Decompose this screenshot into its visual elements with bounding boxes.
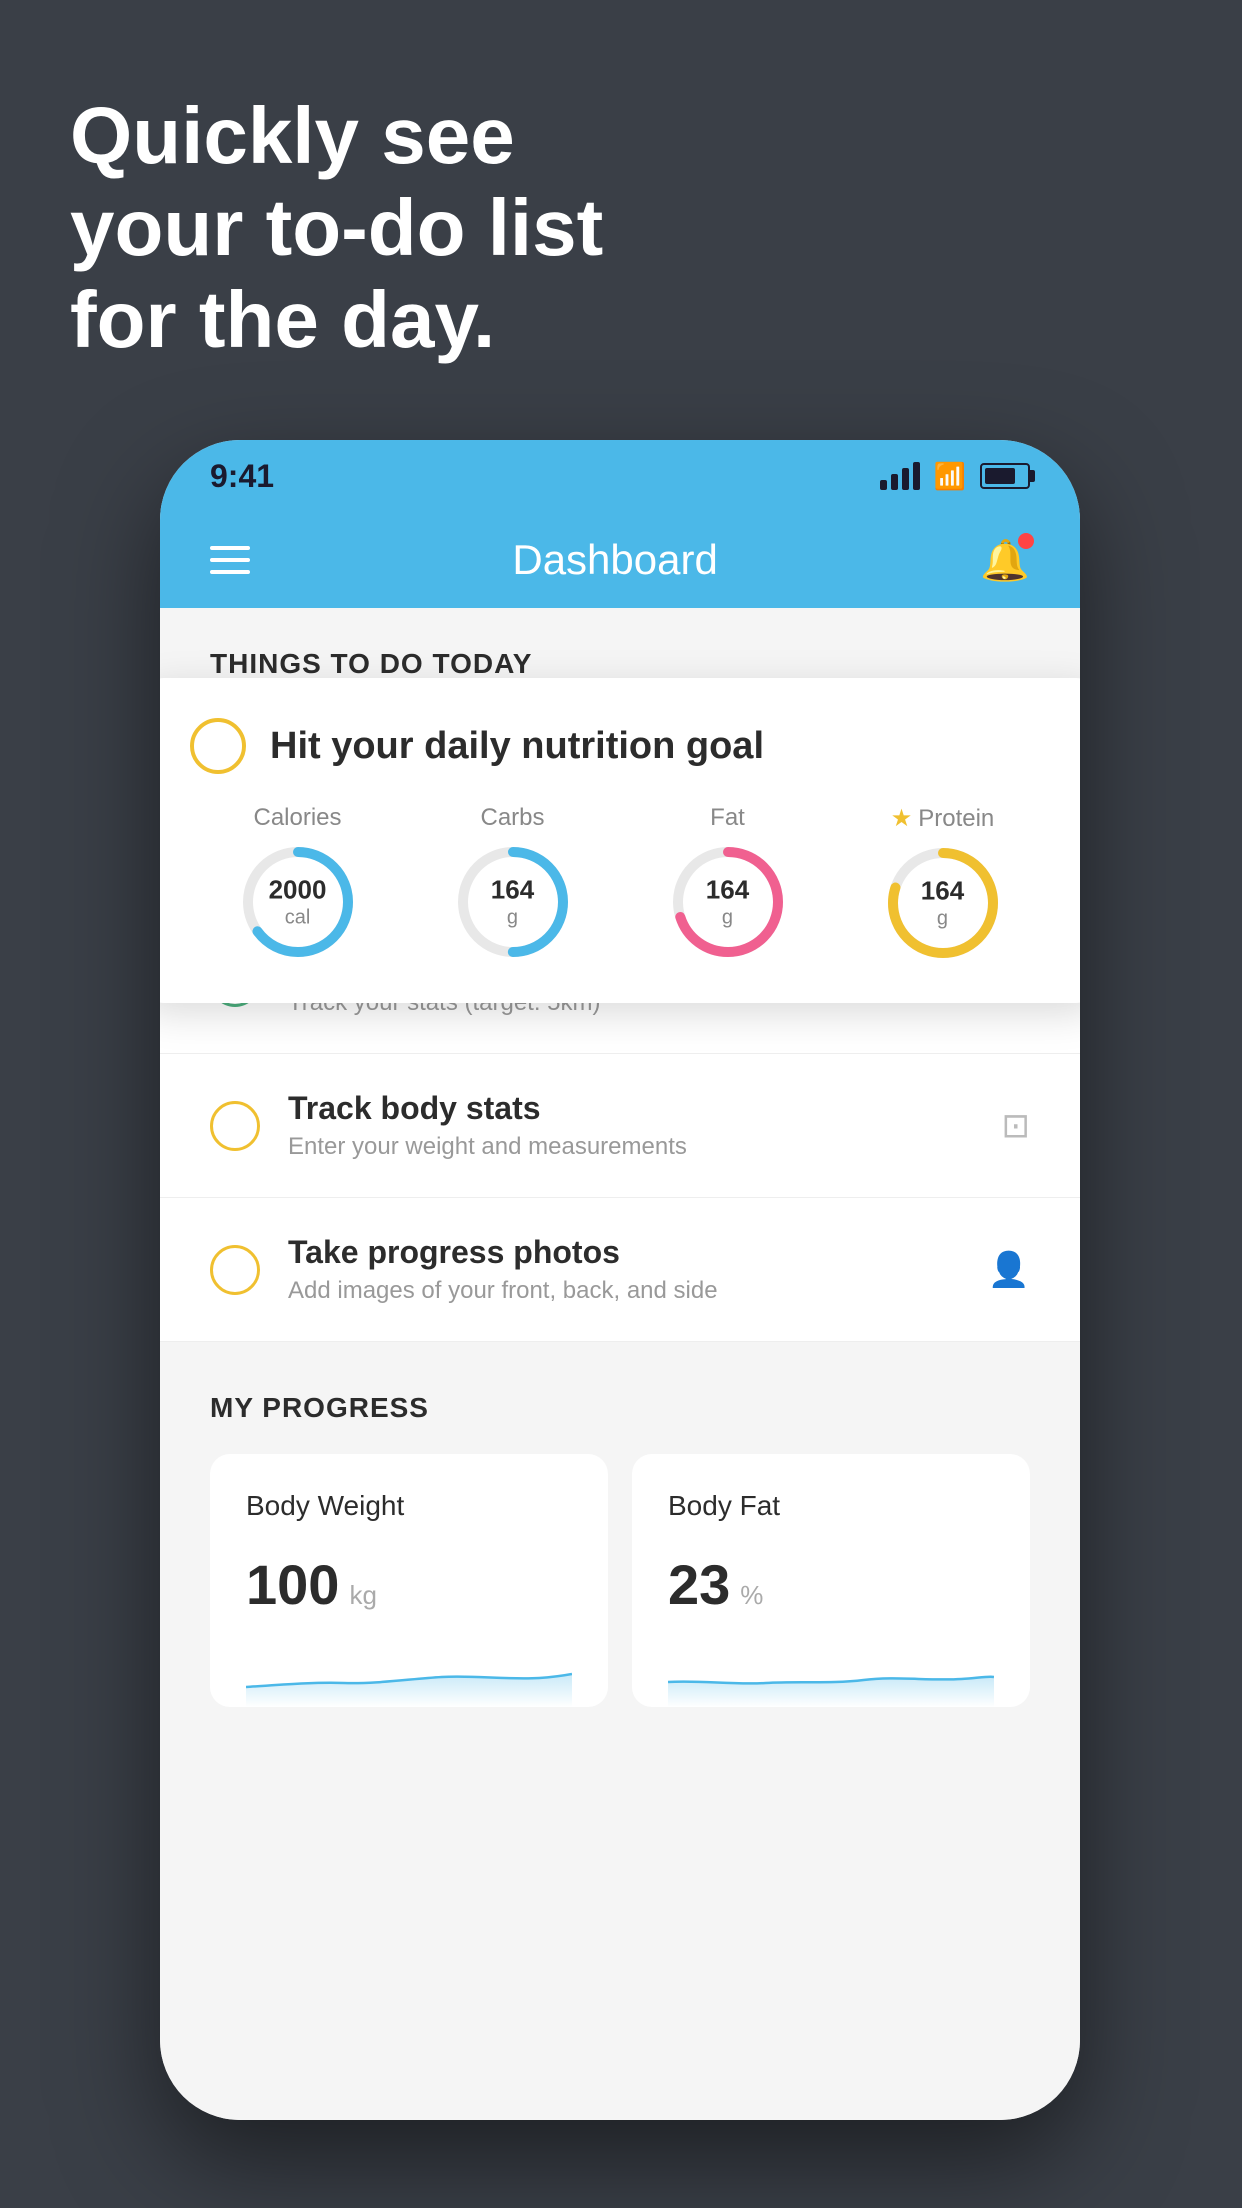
protein-donut: 164 g [883, 843, 1003, 963]
body-fat-unit: % [740, 1580, 763, 1611]
protein-label: ★ Protein [891, 804, 995, 833]
protein-value: 164 [921, 875, 964, 906]
status-icons: 📶 [880, 461, 1030, 492]
carbs-label: Carbs [480, 804, 544, 832]
nutrition-card-header: Hit your daily nutrition goal [190, 718, 1050, 774]
fat-unit: g [706, 906, 749, 930]
photos-name: Take progress photos [288, 1234, 960, 1271]
phone-frame: 9:41 📶 Dashboard 🔔 THINGS TO [160, 440, 1080, 2120]
body-fat-chart [668, 1647, 994, 1707]
wifi-icon: 📶 [934, 461, 966, 492]
person-photo-icon: 👤 [988, 1250, 1030, 1290]
body-stats-check[interactable] [210, 1101, 260, 1151]
progress-section-title: MY PROGRESS [210, 1392, 1030, 1424]
todo-section-title: THINGS TO DO TODAY [210, 648, 532, 679]
body-fat-value-row: 23 % [668, 1552, 994, 1617]
battery-icon [980, 463, 1030, 489]
progress-section: MY PROGRESS Body Weight 100 kg [160, 1342, 1080, 1737]
fat-label: Fat [710, 804, 745, 832]
photos-check[interactable] [210, 1245, 260, 1295]
hamburger-menu[interactable] [210, 546, 250, 574]
protein-unit: g [921, 907, 964, 931]
nutrition-fat: Fat 164 g [668, 804, 788, 962]
nutrition-columns: Calories 2000 cal Carbs [190, 804, 1050, 963]
todo-item-body-stats[interactable]: Track body stats Enter your weight and m… [160, 1054, 1080, 1198]
nutrition-card: Hit your daily nutrition goal Calories 2… [160, 678, 1080, 1003]
calories-value: 2000 [269, 874, 327, 905]
carbs-unit: g [491, 906, 534, 930]
app-header: Dashboard 🔔 [160, 512, 1080, 608]
nutrition-carbs: Carbs 164 g [453, 804, 573, 962]
calories-donut: 2000 cal [238, 842, 358, 962]
protein-star-icon: ★ [891, 804, 913, 833]
notification-bell[interactable]: 🔔 [980, 537, 1030, 584]
body-weight-title: Body Weight [246, 1490, 572, 1522]
nutrition-calories: Calories 2000 cal [238, 804, 358, 962]
scale-icon: ⊡ [1002, 1106, 1031, 1146]
status-bar: 9:41 📶 [160, 440, 1080, 512]
body-weight-value: 100 [246, 1552, 339, 1617]
body-stats-text: Track body stats Enter your weight and m… [288, 1090, 974, 1161]
carbs-value: 164 [491, 874, 534, 905]
fat-donut: 164 g [668, 842, 788, 962]
progress-cards: Body Weight 100 kg [210, 1454, 1030, 1707]
headline: Quickly see your to-do list for the day. [70, 90, 603, 366]
status-time: 9:41 [210, 458, 274, 495]
body-weight-unit: kg [349, 1580, 376, 1611]
photos-desc: Add images of your front, back, and side [288, 1277, 960, 1305]
body-stats-name: Track body stats [288, 1090, 974, 1127]
carbs-donut: 164 g [453, 842, 573, 962]
body-fat-value: 23 [668, 1552, 730, 1617]
fat-value: 164 [706, 874, 749, 905]
body-weight-chart [246, 1647, 572, 1707]
notification-dot [1018, 533, 1034, 549]
app-content: THINGS TO DO TODAY Hit your daily nutrit… [160, 608, 1080, 2120]
body-fat-title: Body Fat [668, 1490, 994, 1522]
nutrition-protein: ★ Protein 164 g [883, 804, 1003, 963]
body-fat-card[interactable]: Body Fat 23 % [632, 1454, 1030, 1707]
body-weight-card[interactable]: Body Weight 100 kg [210, 1454, 608, 1707]
photos-text: Take progress photos Add images of your … [288, 1234, 960, 1305]
signal-icon [880, 462, 920, 490]
header-title: Dashboard [512, 536, 717, 584]
body-stats-desc: Enter your weight and measurements [288, 1133, 974, 1161]
calories-label: Calories [253, 804, 341, 832]
calories-unit: cal [269, 906, 327, 930]
body-weight-value-row: 100 kg [246, 1552, 572, 1617]
nutrition-card-title: Hit your daily nutrition goal [270, 725, 764, 768]
nutrition-check-circle[interactable] [190, 718, 246, 774]
todo-item-photos[interactable]: Take progress photos Add images of your … [160, 1198, 1080, 1342]
